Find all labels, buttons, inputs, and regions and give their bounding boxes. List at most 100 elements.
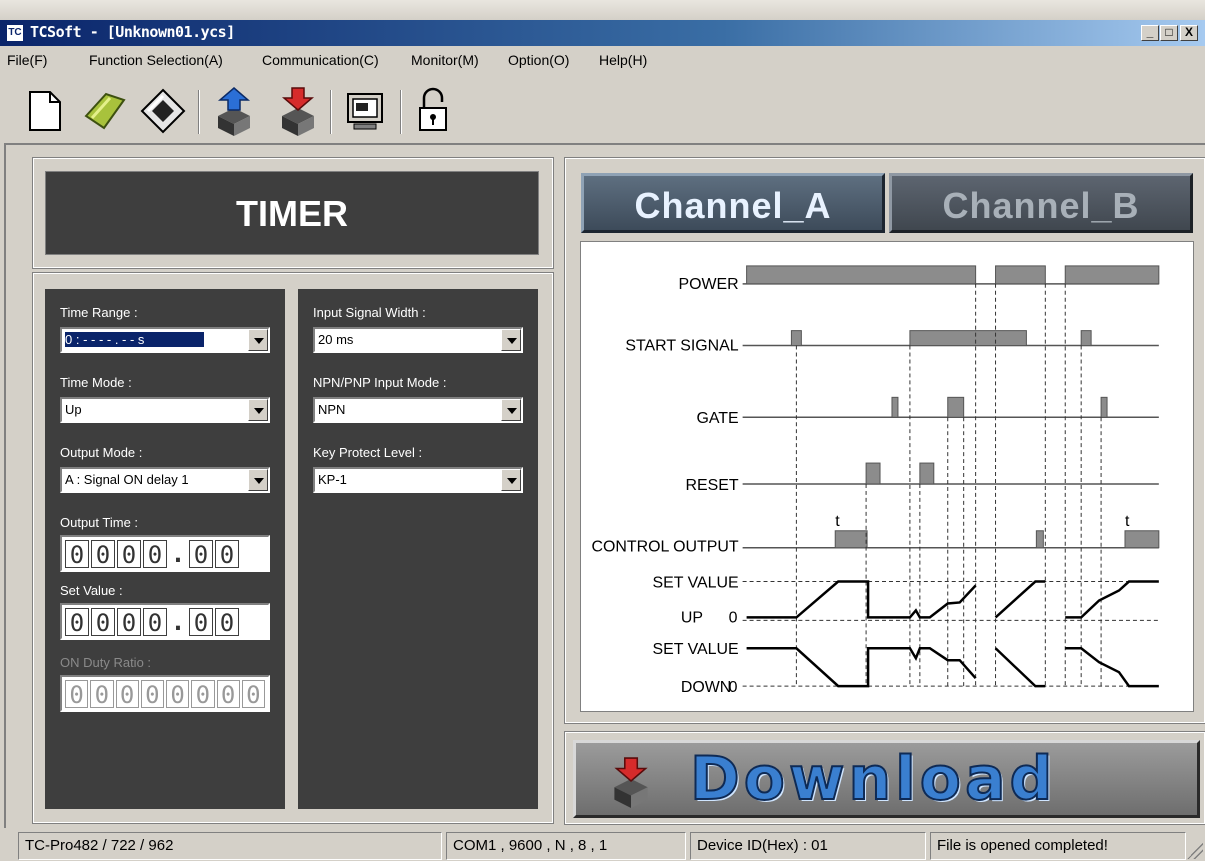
chevron-down-icon[interactable] [248,329,268,351]
menu-help[interactable]: Help(H) [599,52,647,68]
digit[interactable]: 0 [215,540,239,569]
decimal-point: . [169,540,187,568]
menu-bar: File(F) Function Selection(A) Communicat… [0,52,1205,76]
open-folder-icon[interactable] [80,86,130,136]
app-window: TC TCSoft - [Unknown01.ycs] _ □ X File(F… [0,0,1205,861]
chevron-down-icon[interactable] [248,399,268,421]
digit: 0 [140,680,164,709]
lock-icon[interactable] [408,86,458,136]
counter-curves [746,580,1159,688]
time-mode-value: Up [65,402,82,417]
digit[interactable]: 0 [117,540,141,569]
digit: 0 [90,680,114,709]
on-duty-ratio-label: ON Duty Ratio : [60,655,152,670]
settings-panel-left: Time Range : 0 : - - - - . - - s Time Mo… [45,289,285,809]
output-mode-value: A : Signal ON delay 1 [65,472,189,487]
time-range-select[interactable]: 0 : - - - - . - - s [60,327,270,353]
label-control-output: CONTROL OUTPUT [591,539,738,556]
title-bar: TC TCSoft - [Unknown01.ycs] _ □ X [0,0,1205,46]
output-time-field[interactable]: 0 0 0 0 . 0 0 [60,535,270,572]
set-value-label: Set Value : [60,583,123,598]
key-protect-label: Key Protect Level : [313,445,423,460]
digit[interactable]: 0 [215,608,239,637]
label-reset: RESET [686,477,739,494]
npn-pnp-select[interactable]: NPN [313,397,523,423]
label-t1: t [835,513,840,530]
npn-pnp-label: NPN/PNP Input Mode : [313,375,447,390]
status-bar: TC-Pro482 / 722 / 962 COM1 , 9600 , N , … [0,830,1205,861]
toolbar [10,82,1200,142]
time-mode-select[interactable]: Up [60,397,270,423]
chevron-down-icon[interactable] [501,329,521,351]
digit: 0 [216,680,240,709]
save-disk-icon[interactable] [138,86,188,136]
menu-option[interactable]: Option(O) [508,52,569,68]
digit: 0 [115,680,139,709]
output-mode-label: Output Mode : [60,445,143,460]
tab-channel-b[interactable]: Channel_B [889,173,1193,233]
menu-file[interactable]: File(F) [7,52,47,68]
toolbar-separator [330,90,332,134]
digit[interactable]: 0 [143,608,167,637]
status-device-id: Device ID(Hex) : 01 [690,832,926,860]
input-signal-width-select[interactable]: 20 ms [313,327,523,353]
label-down: DOWN [681,679,731,696]
minimize-button[interactable]: _ [1141,25,1159,41]
menu-monitor[interactable]: Monitor(M) [411,52,479,68]
digit[interactable]: 0 [189,540,213,569]
toolbar-separator [400,90,402,134]
status-port: COM1 , 9600 , N , 8 , 1 [446,832,686,860]
new-file-icon[interactable] [20,86,70,136]
timing-diagram: POWER START SIGNAL GATE RESET CONTROL OU… [580,241,1194,712]
chevron-down-icon[interactable] [501,469,521,491]
page-title: TIMER [45,171,539,255]
key-protect-value: KP-1 [318,472,347,487]
menu-communication[interactable]: Communication(C) [262,52,379,68]
time-range-label: Time Range : [60,305,138,320]
npn-pnp-value: NPN [318,402,346,417]
monitor-icon[interactable] [340,86,390,136]
download-device-icon[interactable] [272,86,322,136]
window-title: TCSoft - [Unknown01.ycs] [30,23,235,41]
decimal-point: . [169,608,187,636]
status-message: File is opened completed! [930,832,1186,860]
label-gate: GATE [696,410,738,427]
key-protect-select[interactable]: KP-1 [313,467,523,493]
digit: 0 [241,680,265,709]
digit[interactable]: 0 [65,608,89,637]
signal-pulses [746,265,1160,549]
digit[interactable]: 0 [143,540,167,569]
chevron-down-icon[interactable] [248,469,268,491]
chevron-down-icon[interactable] [501,399,521,421]
close-button[interactable]: X [1180,25,1198,41]
output-mode-select[interactable]: A : Signal ON delay 1 [60,467,270,493]
download-device-icon[interactable] [604,756,656,808]
digit: 0 [65,680,89,709]
resize-grip[interactable] [1187,843,1203,859]
download-button-label[interactable]: Download [689,743,1140,815]
time-range-value: 0 : - - - - . - - s [65,332,205,347]
digit[interactable]: 0 [91,608,115,637]
settings-panel-middle: Input Signal Width : 20 ms NPN/PNP Input… [298,289,538,809]
digit: 0 [166,680,190,709]
label-t2: t [1125,513,1130,530]
maximize-button[interactable]: □ [1160,25,1178,41]
tab-channel-a[interactable]: Channel_A [581,173,885,233]
input-signal-width-label: Input Signal Width : [313,305,426,320]
app-icon[interactable]: TC [6,24,24,42]
digit: 0 [191,680,215,709]
digit[interactable]: 0 [91,540,115,569]
upload-device-icon[interactable] [208,86,258,136]
label-up: UP [681,609,703,626]
label-down-zero: 0 [729,679,738,696]
digit[interactable]: 0 [117,608,141,637]
set-value-field[interactable]: 0 0 0 0 . 0 0 [60,603,270,640]
label-set-value-up: SET VALUE [652,575,738,592]
menu-function-selection[interactable]: Function Selection(A) [89,52,223,68]
label-set-value-down: SET VALUE [652,641,738,658]
digit[interactable]: 0 [65,540,89,569]
label-start-signal: START SIGNAL [625,338,738,355]
label-up-zero: 0 [729,609,738,626]
output-time-label: Output Time : [60,515,139,530]
digit[interactable]: 0 [189,608,213,637]
